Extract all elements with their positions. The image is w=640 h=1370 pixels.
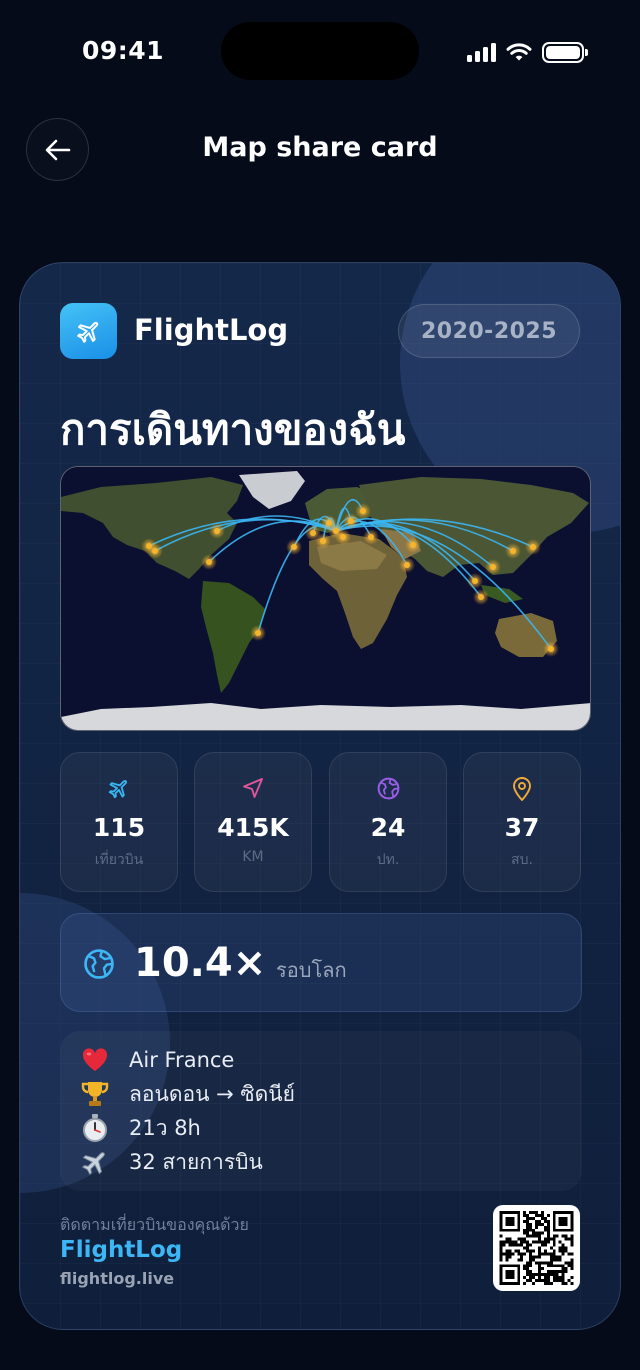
airport-dot: [214, 528, 220, 534]
navigation-arrow-icon: [243, 778, 263, 798]
stat-value: 24: [370, 813, 406, 842]
highlight-favorite-airline: Air France: [78, 1043, 234, 1077]
app-logo: [60, 303, 117, 359]
stat-label: ปท.: [376, 852, 400, 868]
year-range-badge: 2020-2025: [398, 304, 580, 358]
wifi-icon: [506, 43, 532, 61]
stat-label: สบ.: [511, 852, 533, 868]
airport-dot: [206, 559, 212, 565]
highlights-list: Air France ลอนดอน → ซิดนีย์ 21ว 8h 32 สา…: [60, 1031, 582, 1191]
airport-dot: [490, 564, 496, 570]
stat-countries: 24 ปท.: [329, 752, 447, 892]
footer-brand: FlightLog: [60, 1237, 183, 1263]
stats-row: 115 เที่ยวบิน 415K KM 24 ปท. 37 สบ.: [60, 752, 582, 892]
highlight-text: ลอนดอน → ซิดนีย์: [129, 1081, 295, 1106]
highlight-text: 32 สายการบิน: [129, 1149, 263, 1174]
footer-hint: ติดตามเที่ยวบินของคุณด้วย: [60, 1215, 249, 1234]
airport-dot: [548, 646, 554, 652]
globe-icon: [377, 777, 399, 800]
trophy-icon: [81, 1082, 109, 1106]
brand-name: FlightLog: [134, 313, 289, 347]
page-title: Map share card: [202, 132, 438, 163]
airport-dot: [404, 562, 410, 568]
heart-icon: [82, 1048, 108, 1071]
stat-value: 415K: [217, 813, 289, 842]
qr-code: [493, 1205, 580, 1291]
location-pin-icon: [513, 777, 531, 801]
airport-dot: [152, 548, 158, 554]
airport-dot: [320, 538, 326, 544]
highlight-longest-route: ลอนดอน → ซิดนีย์: [78, 1077, 295, 1111]
battery-icon: [542, 41, 588, 63]
earth-laps-value: 10.4×: [134, 940, 267, 986]
airport-dot: [410, 542, 416, 548]
airport-dot: [472, 578, 478, 584]
earth-laps-banner: 10.4× รอบโลก: [60, 913, 582, 1012]
footer-url: flightlog.live: [60, 1269, 175, 1288]
airport-dot: [291, 544, 297, 550]
stat-label: เที่ยวบิน: [94, 852, 144, 868]
airport-dot: [360, 508, 366, 514]
status-time: 09:41: [82, 36, 165, 65]
stat-value: 37: [504, 813, 540, 842]
highlight-text: Air France: [129, 1048, 235, 1072]
globe-icon: [84, 949, 114, 979]
stopwatch-icon: [83, 1114, 107, 1142]
highlight-airlines-count: 32 สายการบิน: [78, 1145, 263, 1179]
stat-label: KM: [242, 849, 264, 865]
earth-laps-label: รอบโลก: [276, 958, 347, 982]
airport-dot: [310, 530, 316, 536]
airport-dot: [368, 534, 374, 540]
card-title: การเดินทางของฉัน: [60, 405, 406, 454]
airport-dot: [348, 518, 354, 524]
airport-dot: [478, 594, 484, 600]
highlight-text: 21ว 8h: [129, 1115, 201, 1140]
airport-dot: [255, 630, 261, 636]
status-icons: [467, 40, 588, 64]
dynamic-island: [221, 22, 419, 80]
stat-airports: 37 สบ.: [463, 752, 581, 892]
airport-dot: [326, 520, 332, 526]
airport-dot: [530, 544, 536, 550]
cellular-signal-icon: [467, 42, 496, 62]
airport-dot: [510, 548, 516, 554]
airplane-icon: [108, 780, 127, 799]
stat-value: 115: [92, 813, 146, 842]
world-map-graphic: [61, 467, 590, 730]
airplane-icon: [76, 321, 98, 343]
map-share-card: FlightLog 2020-2025 การเดินทางของฉัน 115…: [19, 262, 621, 1330]
airport-dot: [340, 534, 346, 540]
status-bar: 09:41: [0, 0, 640, 100]
stat-distance: 415K KM: [194, 752, 312, 892]
stat-flights: 115 เที่ยวบิน: [60, 752, 178, 892]
highlight-total-time: 21ว 8h: [78, 1111, 201, 1145]
airplane-icon: [81, 1152, 105, 1176]
flight-route-map: [60, 466, 591, 731]
